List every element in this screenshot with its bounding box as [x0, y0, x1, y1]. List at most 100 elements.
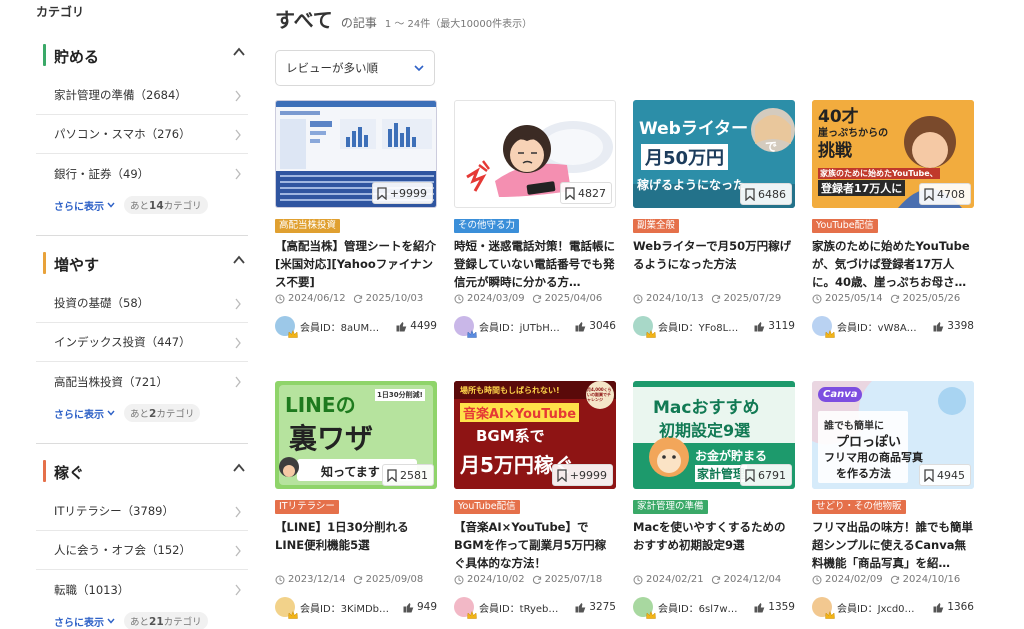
article-card[interactable]: 場所も時間もしばられない! 月4,000くらいの副業でチャレンジ 音楽AI×Yo…: [454, 381, 616, 619]
refresh-icon: [890, 294, 899, 303]
bookmark-button[interactable]: 4827: [560, 182, 612, 204]
section-divider: [36, 235, 248, 236]
like-count: 1359: [754, 601, 795, 613]
category-tag[interactable]: せどり・その他物販: [812, 500, 906, 514]
sort-select[interactable]: レビューが多い順: [275, 50, 435, 86]
category-tag[interactable]: 高配当株投資: [275, 219, 341, 233]
avatar[interactable]: [454, 597, 477, 619]
article-title[interactable]: 【音楽AI×YouTube】でBGMを作って副業月5万円稼ぐ具体的な方法！: [454, 518, 616, 572]
section-header[interactable]: 貯める: [36, 36, 248, 76]
bookmark-count: 4945: [937, 468, 965, 482]
category-item[interactable]: 家計管理の準備（2684）: [36, 76, 248, 115]
article-title[interactable]: 家族のために始めたYouTubeが、気づけば登録者17万人に。40歳、崖っぷちお…: [812, 237, 974, 291]
show-more-link[interactable]: さらに表示: [54, 198, 115, 213]
created-date-text: 2024/10/13: [646, 293, 704, 304]
category-item[interactable]: 銀行・証券（49）: [36, 154, 248, 193]
article-title[interactable]: 時短・迷惑電話対策！電話帳に登録していない電話番号でも発信元が瞬時に分かる方…: [454, 237, 616, 291]
bookmark-count: 6486: [758, 187, 786, 201]
article-card[interactable]: Canva 誰でも簡単に プロっぽい フリマ用の商品写真 を作る方法 4945 …: [812, 381, 974, 619]
author-id[interactable]: 会員ID：6sl7w…: [658, 600, 738, 615]
article-title[interactable]: Macを使いやすくするためのおすすめ初期設定9選: [633, 518, 795, 554]
bookmark-icon: [745, 468, 755, 482]
category-item[interactable]: 高配当株投資（721）: [36, 362, 248, 401]
author-id[interactable]: 会員ID：Jxcd0…: [837, 600, 915, 615]
category-item[interactable]: インデックス投資（447）: [36, 323, 248, 362]
author-id[interactable]: 会員ID：YFo8L…: [658, 319, 738, 334]
category-item[interactable]: 転職（1013）: [36, 570, 248, 609]
avatar[interactable]: [812, 597, 835, 619]
article-card[interactable]: Webライター で 月50万円 稼げるようになった 6486 副業全般 Webラ…: [633, 100, 795, 338]
category-tag[interactable]: 副業全般: [633, 219, 680, 233]
show-more-link[interactable]: さらに表示: [54, 406, 115, 421]
author-id[interactable]: 会員ID：tRyeb…: [479, 600, 558, 615]
created-date: 2023/12/14: [275, 574, 346, 585]
article-thumbnail[interactable]: LINEの 1日30分削減! 裏ワザ 知ってます 2581: [275, 381, 437, 489]
bookmark-button[interactable]: +9999: [371, 182, 433, 204]
avatar[interactable]: [454, 316, 477, 338]
bookmark-button[interactable]: 4945: [919, 464, 971, 486]
updated-date: 2024/10/16: [890, 574, 960, 585]
article-card[interactable]: +9999 高配当株投資 【高配当株】管理シートを紹介 [米国対応][Yahoo…: [275, 100, 437, 338]
thumbs-up-icon: [933, 602, 944, 612]
author-id[interactable]: 会員ID：8aUM…: [300, 319, 379, 334]
remaining-count: 21: [149, 616, 164, 628]
category-item[interactable]: 投資の基礎（58）: [36, 284, 248, 323]
bookmark-button[interactable]: +9999: [551, 464, 613, 486]
article-card[interactable]: 4827 その他守る力 時短・迷惑電話対策！電話帳に登録していない電話番号でも発…: [454, 100, 616, 338]
author-id[interactable]: 会員ID：vW8A…: [837, 319, 917, 334]
chevron-right-icon: [235, 584, 241, 596]
updated-date: 2025/07/18: [532, 574, 602, 585]
updated-date-text: 2025/04/06: [544, 293, 603, 304]
avatar[interactable]: [633, 597, 656, 619]
article-card[interactable]: Macおすすめ 初期設定9選 お金が貯まる 家計管理 6791 家計管理の準備 …: [633, 381, 795, 619]
chevron-up-icon[interactable]: [232, 45, 246, 59]
author-id[interactable]: 会員ID：3KiMDb…: [300, 600, 389, 615]
article-thumbnail[interactable]: Macおすすめ 初期設定9選 お金が貯まる 家計管理 6791: [633, 381, 795, 489]
author-row: 会員ID：tRyeb… 3275: [454, 596, 616, 619]
article-thumbnail[interactable]: 場所も時間もしばられない! 月4,000くらいの副業でチャレンジ 音楽AI×Yo…: [454, 381, 616, 489]
bookmark-icon: [557, 468, 567, 482]
article-thumbnail[interactable]: Canva 誰でも簡単に プロっぽい フリマ用の商品写真 を作る方法 4945: [812, 381, 974, 489]
article-thumbnail[interactable]: 4827: [454, 100, 616, 208]
thumbnail-text: Macおすすめ: [653, 398, 760, 418]
article-title[interactable]: フリマ出品の味方！誰でも簡単超シンプルに使えるCanva無料機能「商品写真」を紹…: [812, 518, 974, 572]
article-title[interactable]: 【高配当株】管理シートを紹介 [米国対応][Yahooファイナンス不要]: [275, 237, 437, 291]
avatar[interactable]: [633, 316, 656, 338]
category-tag[interactable]: 家計管理の準備: [633, 500, 708, 514]
bookmark-count: 6791: [758, 468, 786, 482]
avatar[interactable]: [275, 597, 298, 619]
section-header[interactable]: 稼ぐ: [36, 452, 248, 492]
thumbnail-text: 家族のために始めたYouTube、: [818, 168, 940, 179]
chevron-up-icon[interactable]: [232, 253, 246, 267]
category-item[interactable]: ITリテラシー（3789）: [36, 492, 248, 531]
article-card[interactable]: LINEの 1日30分削減! 裏ワザ 知ってます 2581 ITリテラシー 【L…: [275, 381, 437, 619]
bookmark-button[interactable]: 4708: [919, 183, 971, 205]
chevron-down-icon: [107, 410, 115, 416]
avatar[interactable]: [275, 316, 298, 338]
author-id[interactable]: 会員ID：jUTbH…: [479, 319, 560, 334]
thumbs-up-icon: [754, 321, 765, 331]
section-header[interactable]: 増やす: [36, 244, 248, 284]
article-card[interactable]: 40才 崖っぷちからの 挑戦 家族のために始めたYouTube、 登録者17万人…: [812, 100, 974, 338]
article-thumbnail[interactable]: Webライター で 月50万円 稼げるようになった 6486: [633, 100, 795, 208]
bookmark-button[interactable]: 6791: [740, 464, 792, 486]
show-more-label: さらに表示: [54, 409, 104, 421]
show-more-link[interactable]: さらに表示: [54, 614, 115, 629]
article-title[interactable]: Webライターで月50万円稼げるようになった方法: [633, 237, 795, 273]
category-tag[interactable]: その他守る力: [454, 219, 520, 233]
article-thumbnail[interactable]: +9999: [275, 100, 437, 208]
avatar[interactable]: [812, 316, 835, 338]
article-title[interactable]: 【LINE】1日30分削れるLINE便利機能5選: [275, 518, 437, 554]
article-thumbnail[interactable]: 40才 崖っぷちからの 挑戦 家族のために始めたYouTube、 登録者17万人…: [812, 100, 974, 208]
category-tag[interactable]: YouTube配信: [454, 500, 520, 514]
clock-icon: [454, 294, 464, 303]
clock-icon: [812, 294, 822, 303]
category-item[interactable]: パソコン・スマホ（276）: [36, 115, 248, 154]
category-tag[interactable]: YouTube配信: [812, 219, 878, 233]
bookmark-button[interactable]: 6486: [740, 183, 792, 205]
chevron-up-icon[interactable]: [232, 461, 246, 475]
category-item[interactable]: 人に会う・オフ会（152）: [36, 531, 248, 570]
bookmark-button[interactable]: 2581: [382, 464, 434, 486]
article-dates: 2024/10/02 2025/07/18: [454, 574, 602, 585]
category-tag[interactable]: ITリテラシー: [275, 500, 339, 514]
